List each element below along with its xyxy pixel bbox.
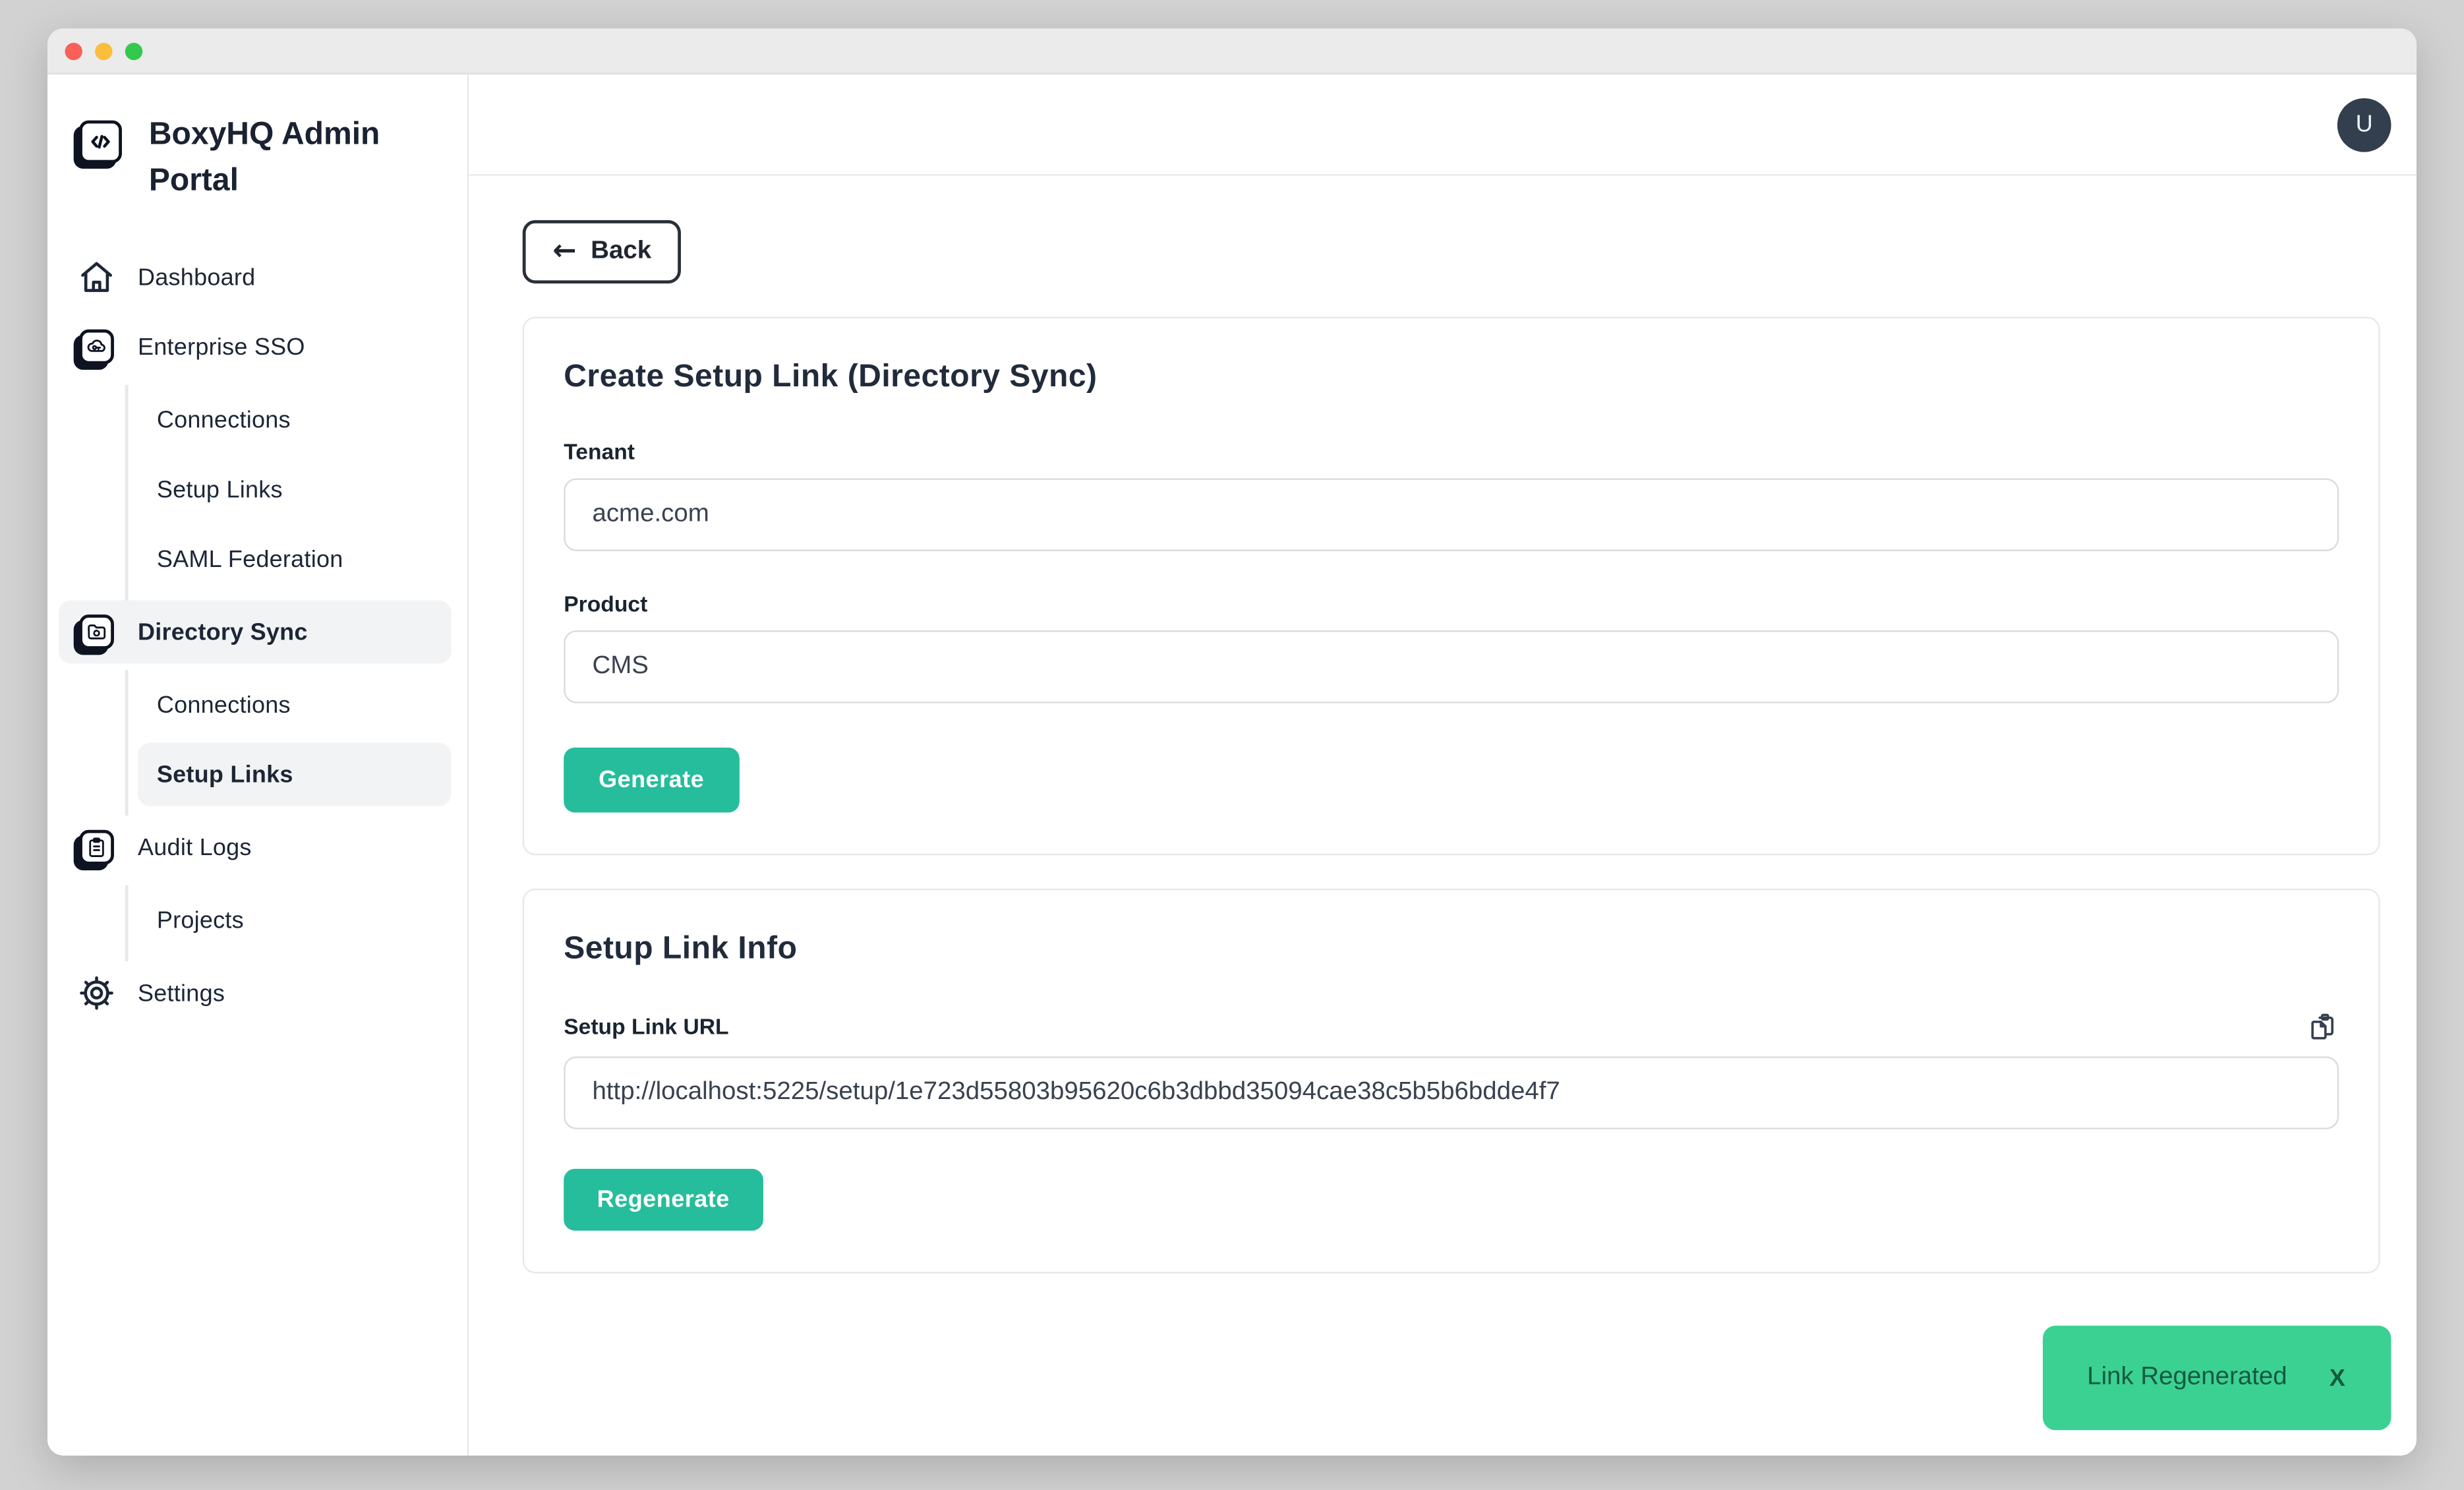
page-content: ← Back Create Setup Link (Directory Sync… — [469, 176, 2417, 1456]
setup-link-url-row: Setup Link URL — [564, 1011, 2339, 1042]
sidebar-subitem-sso-connections[interactable]: Connections — [138, 388, 452, 452]
folder-sync-keycap-icon — [76, 614, 117, 649]
window-titlebar — [47, 28, 2417, 74]
sidebar-subitem-projects[interactable]: Projects — [138, 889, 452, 952]
tenant-input[interactable] — [564, 478, 2339, 551]
sso-cloud-key-keycap-icon — [76, 330, 117, 365]
card-title: Create Setup Link (Directory Sync) — [564, 359, 2339, 396]
sidebar-subitem-saml-federation[interactable]: SAML Federation — [138, 527, 452, 591]
audit-logs-subnav: Projects — [125, 885, 452, 961]
enterprise-sso-subnav: Connections Setup Links SAML Federation — [125, 385, 452, 601]
toast-message: Link Regenerated — [2087, 1363, 2287, 1392]
app-body: BoxyHQ Admin Portal Dashboard — [47, 74, 2417, 1456]
minimize-window-button[interactable] — [95, 42, 112, 59]
close-window-button[interactable] — [65, 42, 82, 59]
sidebar-item-directory-sync[interactable]: Directory Sync — [59, 600, 452, 663]
app-title: BoxyHQ Admin Portal — [149, 113, 386, 204]
sidebar: BoxyHQ Admin Portal Dashboard — [47, 74, 469, 1456]
create-setup-link-card: Create Setup Link (Directory Sync) Tenan… — [523, 316, 2380, 855]
gear-icon — [76, 974, 117, 1012]
sidebar-item-label: Enterprise SSO — [138, 334, 305, 361]
clipboard-keycap-icon — [76, 830, 117, 865]
zoom-window-button[interactable] — [125, 42, 142, 59]
sidebar-item-settings[interactable]: Settings — [59, 961, 452, 1025]
home-icon — [76, 258, 117, 297]
toast-notification: Link Regenerated X — [2043, 1326, 2391, 1431]
avatar[interactable]: U — [2337, 98, 2391, 152]
back-button[interactable]: ← Back — [523, 220, 682, 283]
sidebar-item-label: Directory Sync — [138, 618, 308, 645]
sidebar-subitem-dsync-connections[interactable]: Connections — [138, 673, 452, 736]
sidebar-subitem-sso-setup-links[interactable]: Setup Links — [138, 458, 452, 521]
sidebar-item-label: Audit Logs — [138, 834, 252, 861]
back-button-label: Back — [591, 237, 651, 266]
regenerate-button[interactable]: Regenerate — [564, 1169, 763, 1231]
generate-button[interactable]: Generate — [564, 748, 739, 812]
app-logo[interactable]: BoxyHQ Admin Portal — [59, 103, 452, 204]
sidebar-item-label: Dashboard — [138, 264, 255, 291]
setup-link-url-input[interactable] — [564, 1056, 2339, 1129]
sidebar-subitem-dsync-setup-links[interactable]: Setup Links — [138, 743, 452, 806]
desktop: BoxyHQ Admin Portal Dashboard — [0, 0, 2464, 1490]
sidebar-item-enterprise-sso[interactable]: Enterprise SSO — [59, 315, 452, 378]
main-area: U ← Back Create Setup Link (Directory Sy… — [469, 74, 2417, 1456]
product-input[interactable] — [564, 630, 2339, 703]
sidebar-item-audit-logs[interactable]: Audit Logs — [59, 816, 452, 879]
top-header: U — [469, 74, 2417, 176]
sidebar-item-dashboard[interactable]: Dashboard — [59, 245, 452, 309]
boxyhq-code-keycap-icon — [79, 121, 122, 164]
setup-link-url-label: Setup Link URL — [564, 1013, 728, 1038]
sidebar-item-label: Settings — [138, 980, 225, 1007]
product-label: Product — [564, 591, 2339, 616]
sidebar-nav: Dashboard Enterprise SSO — [59, 245, 452, 1031]
card-title: Setup Link Info — [564, 932, 2339, 968]
setup-link-info-card: Setup Link Info Setup Link URL — [523, 889, 2380, 1274]
directory-sync-subnav: Connections Setup Links — [125, 670, 452, 816]
toast-close-button[interactable]: X — [2330, 1365, 2345, 1392]
app-window: BoxyHQ Admin Portal Dashboard — [47, 28, 2417, 1455]
arrow-left-icon: ← — [552, 237, 576, 266]
copy-icon[interactable] — [2307, 1011, 2339, 1042]
tenant-label: Tenant — [564, 438, 2339, 463]
